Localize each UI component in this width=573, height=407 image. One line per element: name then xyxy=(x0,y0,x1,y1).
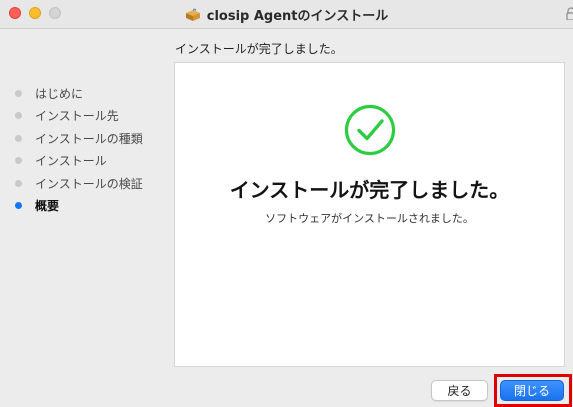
step-active-dot-icon xyxy=(15,202,22,210)
step-label: インストール xyxy=(35,154,107,169)
step-label: 概要 xyxy=(35,199,60,214)
step-label: インストールの検証 xyxy=(35,176,143,191)
step-introduction: はじめに xyxy=(15,82,143,105)
completion-message: インストールが完了しました。 xyxy=(229,178,510,202)
content-panel: インストールが完了しました。 ソフトウェアがインストールされました。 xyxy=(174,62,565,367)
page-heading: インストールが完了しました。 xyxy=(175,42,343,56)
step-summary: 概要 xyxy=(15,195,143,218)
step-dot-icon xyxy=(15,134,22,142)
title-bar[interactable]: closip Agentのインストール xyxy=(0,0,573,29)
step-dot-icon xyxy=(15,157,22,165)
step-installation: インストール xyxy=(15,150,143,173)
close-button[interactable]: 閉じる xyxy=(500,380,564,401)
success-check-icon xyxy=(344,104,396,156)
step-dot-icon xyxy=(15,179,22,187)
step-dot-icon xyxy=(15,89,22,97)
step-dot-icon xyxy=(15,112,22,120)
completion-detail: ソフトウェアがインストールされました。 xyxy=(265,212,474,225)
lock-icon xyxy=(565,6,573,20)
window-title-wrap: closip Agentのインストール xyxy=(0,0,573,28)
step-install-type: インストールの種類 xyxy=(15,127,143,150)
step-destination: インストール先 xyxy=(15,105,143,128)
step-label: インストールの種類 xyxy=(35,131,143,146)
installer-window: closip Agentのインストール インストールが完了しました。 はじめに … xyxy=(0,0,573,407)
step-label: はじめに xyxy=(35,86,84,101)
step-label: インストール先 xyxy=(35,109,119,124)
installer-steps: はじめに インストール先 インストールの種類 インストール インストールの検証 … xyxy=(15,82,143,217)
step-verification: インストールの検証 xyxy=(15,172,143,195)
window-title: closip Agentのインストール xyxy=(206,8,389,24)
package-icon xyxy=(185,7,201,21)
back-button[interactable]: 戻る xyxy=(431,380,488,401)
